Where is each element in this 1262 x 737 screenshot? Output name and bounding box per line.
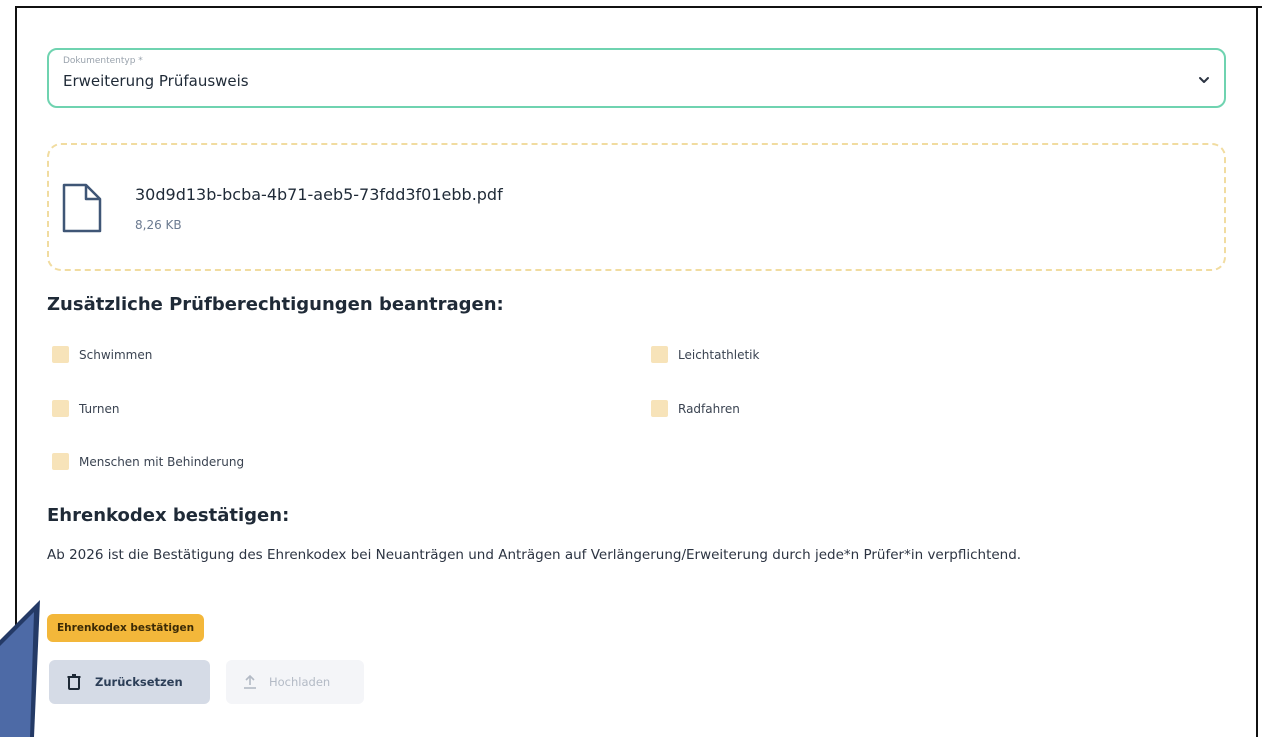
honor-code-description: Ab 2026 ist die Bestätigung des Ehrenkod… <box>47 547 1022 563</box>
file-dropzone[interactable]: 30d9d13b-bcba-4b71-aeb5-73fdd3f01ebb.pdf… <box>47 143 1226 271</box>
frame-top-border <box>15 6 1262 8</box>
frame-right-border <box>1256 6 1258 737</box>
checkbox-menschen-mit-behinderung[interactable]: Menschen mit Behinderung <box>52 453 244 470</box>
reset-button[interactable]: Zurücksetzen <box>49 660 210 704</box>
checkbox-label: Schwimmen <box>79 347 153 362</box>
permissions-heading: Zusätzliche Prüfberechtigungen beantrage… <box>47 294 504 315</box>
trash-icon <box>67 674 81 690</box>
checkbox-box[interactable] <box>651 400 668 417</box>
file-name: 30d9d13b-bcba-4b71-aeb5-73fdd3f01ebb.pdf <box>135 185 503 204</box>
file-size: 8,26 KB <box>135 218 182 232</box>
checkbox-box[interactable] <box>651 346 668 363</box>
checkbox-label: Turnen <box>79 401 120 416</box>
checkbox-label: Leichtathletik <box>678 347 760 362</box>
upload-button[interactable]: Hochladen <box>226 660 364 704</box>
file-icon <box>62 183 102 233</box>
confirm-honor-code-button[interactable]: Ehrenkodex bestätigen <box>47 614 205 642</box>
honor-code-heading: Ehrenkodex bestätigen: <box>47 505 290 526</box>
document-type-label: Dokumententyp * <box>63 56 143 66</box>
upload-button-label: Hochladen <box>269 675 331 689</box>
checkbox-radfahren[interactable]: Radfahren <box>651 400 740 417</box>
checkbox-turnen[interactable]: Turnen <box>52 400 119 417</box>
checkbox-box[interactable] <box>52 400 69 417</box>
document-type-select[interactable]: Dokumententyp * Erweiterung Prüfausweis <box>47 48 1226 108</box>
checkbox-label: Radfahren <box>678 401 740 416</box>
upload-icon <box>244 674 256 689</box>
checkbox-schwimmen[interactable]: Schwimmen <box>52 346 152 363</box>
document-type-value: Erweiterung Prüfausweis <box>63 72 249 90</box>
checkbox-box[interactable] <box>52 453 69 470</box>
checkbox-box[interactable] <box>52 346 69 363</box>
checkbox-leichtathletik[interactable]: Leichtathletik <box>651 346 759 363</box>
reset-button-label: Zurücksetzen <box>95 675 183 689</box>
chevron-down-icon <box>1199 77 1209 83</box>
checkbox-label: Menschen mit Behinderung <box>79 454 245 469</box>
